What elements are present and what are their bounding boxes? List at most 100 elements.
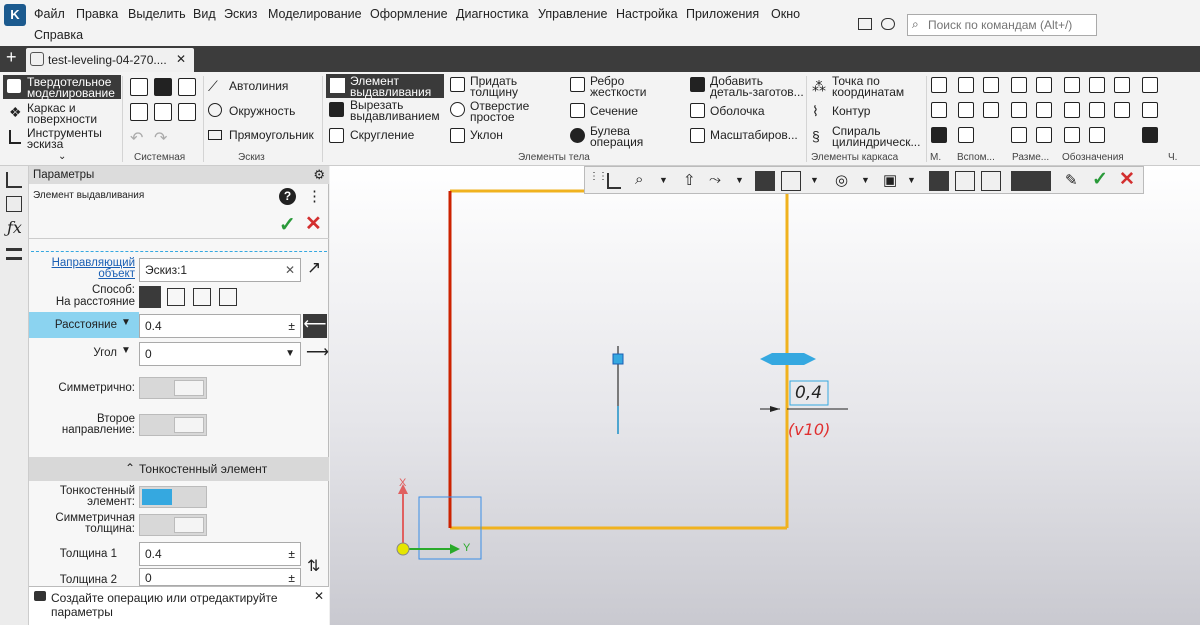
spiral-button[interactable]: Спираль цилиндрическ... (832, 125, 927, 148)
notation-base-icon[interactable] (1089, 77, 1105, 93)
drawing-view-icon[interactable] (1142, 77, 1158, 93)
menu-apps[interactable]: Приложения (686, 7, 759, 21)
mode-solid-button[interactable]: Твердотельное моделирование (3, 75, 121, 99)
aux-plane-icon[interactable] (958, 77, 974, 93)
autoline-button[interactable]: Автолиния (229, 80, 288, 92)
snap-icon[interactable] (929, 171, 949, 191)
menu-modeling[interactable]: Моделирование (268, 7, 362, 21)
notation-mark-icon[interactable] (1089, 127, 1105, 143)
plus-minus-icon[interactable]: ± (288, 569, 295, 585)
save-icon[interactable] (178, 78, 196, 96)
rectangle-button[interactable]: Прямоугольник (229, 129, 314, 141)
menu-select[interactable]: Выделить (128, 7, 186, 21)
extrude-button[interactable]: Элемент выдавливания (326, 74, 444, 98)
menu-window[interactable]: Окно (771, 7, 800, 21)
export-icon[interactable] (178, 103, 196, 121)
menu-sketch[interactable]: Эскиз (224, 7, 257, 21)
scale-button[interactable]: Масштабиров... (710, 129, 798, 141)
preview-icon[interactable] (154, 103, 172, 121)
aux-axis-icon[interactable] (983, 77, 999, 93)
method-to-surface-icon[interactable] (219, 288, 237, 306)
notation-tol-icon[interactable] (1114, 102, 1130, 118)
gear-icon[interactable]: ⚙ (313, 166, 325, 184)
distance-label[interactable]: Расстояние (39, 319, 117, 331)
menu-file[interactable]: Файл (34, 7, 65, 21)
dim-linear-icon[interactable] (1011, 77, 1027, 93)
drawing-sheet-icon[interactable] (1142, 102, 1158, 118)
notation-weld-icon[interactable] (1064, 127, 1080, 143)
notation-pen-icon[interactable] (1064, 77, 1080, 93)
display-dropdown-icon[interactable]: ▼ (810, 175, 819, 185)
dim-auto-icon[interactable] (1036, 127, 1052, 143)
section-button[interactable]: Сечение (590, 105, 638, 117)
dim-radial-icon[interactable] (1036, 77, 1052, 93)
search-input[interactable] (926, 15, 1096, 35)
print-icon[interactable] (130, 103, 148, 121)
dim-angle-icon[interactable] (1011, 102, 1027, 118)
guide-object-field[interactable]: Эскиз:1 ✕ (139, 258, 301, 282)
thin-wall-section-header[interactable]: ⌃ Тонкостенный элемент (29, 457, 329, 481)
mode-sketch-tools-button[interactable]: Инструменты эскиза (3, 126, 121, 150)
menu-view[interactable]: Вид (193, 7, 216, 21)
rib-button[interactable]: Ребро жесткости (590, 75, 670, 98)
hide-dropdown-icon[interactable]: ▼ (861, 175, 870, 185)
close-tab-icon[interactable]: ✕ (176, 52, 186, 66)
method-distance-icon[interactable] (139, 286, 161, 308)
thickness2-field[interactable]: 0 ± (139, 568, 301, 586)
undo-icon[interactable]: ↶ (130, 128, 143, 148)
variables-fx-icon[interactable]: ƒx (7, 218, 22, 237)
cancel-x-icon[interactable]: ✕ (305, 211, 322, 236)
cut-extrude-button[interactable]: Вырезать выдавливанием (350, 99, 444, 122)
symmetric-toggle[interactable] (139, 377, 207, 399)
boolean-button[interactable]: Булева операция (590, 125, 670, 148)
mesh-icon[interactable] (931, 102, 947, 118)
dim-table-icon[interactable] (1011, 127, 1027, 143)
draft-button[interactable]: Уклон (470, 129, 503, 141)
parameters-icon[interactable] (6, 196, 22, 212)
point-coords-button[interactable]: Точка по координатам (832, 75, 922, 98)
redo-icon[interactable]: ↷ (154, 128, 167, 148)
shaded-view-icon[interactable] (755, 171, 775, 191)
select-faces-icon[interactable] (981, 171, 1001, 191)
document-tab[interactable]: test-leveling-04-270.... ✕ (26, 48, 194, 72)
contour-button[interactable]: Контур (832, 105, 870, 117)
circle-button[interactable]: Окружность (229, 105, 295, 117)
plus-minus-icon[interactable]: ± (288, 315, 295, 337)
select-parts-icon[interactable] (955, 171, 975, 191)
app-logo-icon[interactable]: K (4, 4, 26, 26)
pipette-icon[interactable]: ✎ (1065, 171, 1078, 189)
direction-arrow-icon[interactable]: ↗ (307, 258, 321, 278)
camera-icon[interactable]: ▣ (883, 171, 897, 189)
assembly-icon[interactable] (931, 127, 947, 143)
drawing-export-icon[interactable] (1142, 127, 1158, 143)
fillet-button[interactable]: Скругление (350, 129, 414, 141)
symmetric-thickness-toggle[interactable] (139, 514, 207, 536)
aux-sketch-icon[interactable] (958, 127, 974, 143)
menu-diagnostics[interactable]: Диагностика (456, 7, 528, 21)
aux-line-icon[interactable] (958, 102, 974, 118)
shell-button[interactable]: Оболочка (710, 105, 765, 117)
distance-field[interactable]: 0.4 ± (139, 314, 301, 338)
zoom-dropdown-icon[interactable]: ▼ (659, 175, 668, 185)
thicken-button[interactable]: Придать толщину (470, 75, 556, 98)
menu-edit[interactable]: Правка (76, 7, 118, 21)
method-through-all-icon[interactable] (167, 288, 185, 306)
tree-view-icon[interactable]: ⋮ (307, 187, 322, 205)
restore-window-icon[interactable] (858, 18, 872, 30)
menu-settings[interactable]: Настройка (616, 7, 678, 21)
view-ok-checkmark-icon[interactable]: ✓ (1092, 168, 1108, 191)
settings-window-icon[interactable] (881, 18, 895, 30)
menu-drafting[interactable]: Оформление (370, 7, 448, 21)
dim-diameter-icon[interactable] (1036, 102, 1052, 118)
ok-checkmark-icon[interactable]: ✓ (279, 212, 296, 237)
view-cancel-x-icon[interactable]: ✕ (1119, 168, 1135, 191)
thin-wall-toggle[interactable] (139, 486, 207, 508)
add-tab-button[interactable]: + (6, 47, 17, 68)
thickness1-field[interactable]: 0.4 ± (139, 542, 301, 566)
menu-management[interactable]: Управление (538, 7, 608, 21)
angle-dropdown-icon[interactable]: ▼ (121, 345, 131, 356)
second-direction-toggle[interactable] (139, 414, 207, 436)
orient-icon[interactable]: ⇧ (683, 171, 696, 189)
swap-thickness-icon[interactable]: ⇅ (307, 556, 320, 576)
reverse-direction-icon[interactable]: ⟵ (303, 314, 327, 338)
